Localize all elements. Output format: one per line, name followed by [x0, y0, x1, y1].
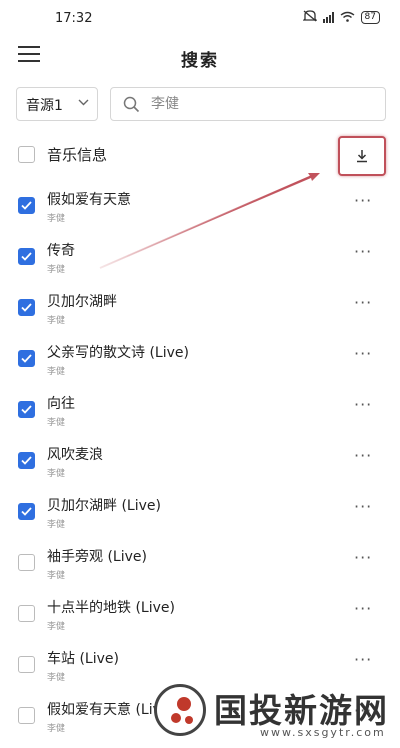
song-artist: 李健	[47, 673, 66, 683]
song-checkbox[interactable]	[18, 401, 35, 418]
song-artist: 李健	[47, 265, 66, 275]
more-options-icon[interactable]: ···	[354, 395, 372, 414]
song-checkbox[interactable]	[18, 503, 35, 520]
song-row[interactable]: 袖手旁观 (Live) 李健 ···	[0, 544, 400, 595]
song-title: 假如爱有天意	[47, 192, 131, 208]
watermark: 国投新游网 www.sxsgytr.com	[150, 682, 400, 745]
song-title: 十点半的地铁 (Live)	[47, 600, 175, 616]
search-input[interactable]	[149, 94, 373, 112]
song-row[interactable]: 贝加尔湖畔 (Live) 李健 ···	[0, 493, 400, 544]
download-icon	[357, 150, 367, 163]
song-checkbox[interactable]	[18, 656, 35, 673]
song-artist: 李健	[47, 571, 66, 581]
checkmark-icon	[21, 303, 32, 312]
chevron-down-icon	[78, 96, 89, 109]
song-checkbox[interactable]	[18, 248, 35, 265]
watermark-logo	[154, 684, 206, 736]
song-checkbox[interactable]	[18, 605, 35, 622]
song-title: 风吹麦浪	[47, 447, 103, 463]
song-title: 父亲写的散文诗 (Live)	[47, 345, 189, 361]
download-button[interactable]	[338, 136, 386, 176]
watermark-url: www.sxsgytr.com	[260, 726, 386, 739]
watermark-text: 国投新游网	[214, 691, 389, 730]
more-options-icon[interactable]: ···	[354, 548, 372, 567]
search-box[interactable]	[110, 87, 386, 121]
song-artist: 李健	[47, 469, 66, 479]
more-options-icon[interactable]: ···	[354, 497, 372, 516]
source-select-value: 音源1	[26, 98, 63, 114]
song-checkbox[interactable]	[18, 554, 35, 571]
song-artist: 李健	[47, 520, 66, 530]
checkmark-icon	[21, 252, 32, 261]
select-all-row[interactable]: 音乐信息	[18, 143, 107, 165]
song-row[interactable]: 十点半的地铁 (Live) 李健 ···	[0, 595, 400, 646]
song-artist: 李健	[47, 724, 66, 734]
page-title: 搜索	[181, 51, 219, 71]
song-artist: 李健	[47, 214, 66, 224]
more-options-icon[interactable]: ···	[354, 293, 372, 312]
checkmark-icon	[21, 507, 32, 516]
checkmark-icon	[21, 405, 32, 414]
more-options-icon[interactable]: ···	[354, 599, 372, 618]
select-all-checkbox[interactable]	[18, 145, 35, 163]
wifi-icon	[340, 11, 355, 25]
source-select[interactable]: 音源1	[16, 87, 98, 121]
more-options-icon[interactable]: ···	[354, 191, 372, 210]
mute-icon	[301, 10, 318, 25]
more-options-icon[interactable]: ···	[354, 650, 372, 669]
select-all-label: 音乐信息	[47, 145, 108, 164]
song-artist: 李健	[47, 367, 66, 377]
more-options-icon[interactable]: ···	[354, 344, 372, 363]
signal-icon	[322, 12, 334, 23]
song-title: 向往	[47, 396, 75, 412]
checkmark-icon	[21, 456, 32, 465]
song-checkbox[interactable]	[18, 452, 35, 469]
song-row[interactable]: 假如爱有天意李健 ···	[0, 187, 400, 238]
song-artist: 李健	[47, 622, 66, 632]
checkmark-icon	[21, 354, 32, 363]
song-row[interactable]: 贝加尔湖畔李健 ···	[0, 289, 400, 340]
app-header: 搜索	[0, 38, 400, 76]
status-time: 17:32	[55, 11, 93, 26]
song-checkbox[interactable]	[18, 350, 35, 367]
song-row[interactable]: 风吹麦浪李健 ···	[0, 442, 400, 493]
song-title: 贝加尔湖畔 (Live)	[47, 498, 161, 514]
battery-icon: 87	[360, 11, 380, 24]
song-title: 车站 (Live)	[47, 651, 119, 667]
more-options-icon[interactable]: ···	[354, 446, 372, 465]
song-title: 传奇	[47, 243, 75, 259]
status-icons: 87	[301, 10, 380, 25]
song-row[interactable]: 传奇李健 ···	[0, 238, 400, 289]
song-artist: 李健	[47, 418, 66, 428]
song-row[interactable]: 父亲写的散文诗 (Live) 李健 ···	[0, 340, 400, 391]
song-title: 贝加尔湖畔	[47, 294, 117, 310]
checkmark-icon	[21, 201, 32, 210]
song-checkbox[interactable]	[18, 299, 35, 316]
song-artist: 李健	[47, 316, 66, 326]
more-options-icon[interactable]: ···	[354, 242, 372, 261]
search-icon	[123, 96, 140, 113]
status-bar: 17:32 87	[0, 0, 400, 38]
song-title: 袖手旁观 (Live)	[47, 549, 147, 565]
song-row[interactable]: 向往李健 ···	[0, 391, 400, 442]
song-checkbox[interactable]	[18, 197, 35, 214]
song-checkbox[interactable]	[18, 707, 35, 724]
